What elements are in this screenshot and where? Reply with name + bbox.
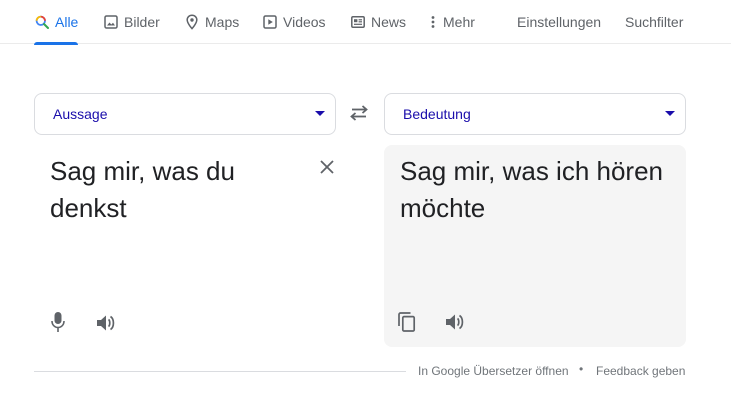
image-icon — [103, 14, 119, 30]
source-language-label: Aussage — [53, 106, 108, 122]
close-icon — [319, 159, 335, 180]
open-in-translate-link[interactable]: In Google Übersetzer öffnen — [418, 364, 569, 378]
tab-images-label: Bilder — [124, 14, 160, 30]
map-pin-icon — [184, 14, 200, 30]
source-language-select[interactable]: Aussage — [34, 93, 336, 135]
feedback-link[interactable]: Feedback geben — [596, 364, 685, 378]
listen-translation-button[interactable] — [442, 311, 468, 337]
settings-link[interactable]: Einstellungen — [517, 0, 601, 44]
chevron-down-icon — [315, 111, 325, 116]
swap-languages-button[interactable] — [346, 104, 372, 126]
clear-text-button[interactable] — [315, 157, 339, 181]
more-vert-icon — [428, 14, 438, 30]
search-filter-link[interactable]: Suchfilter — [625, 0, 683, 44]
tab-maps[interactable]: Maps — [184, 0, 239, 44]
tab-news-label: News — [371, 14, 407, 30]
translation-output-panel: Sag mir, was ich hören möchte — [384, 145, 686, 347]
tab-all[interactable]: Alle — [34, 0, 79, 45]
video-icon — [262, 14, 278, 30]
speaker-icon — [95, 313, 117, 338]
target-language-label: Bedeutung — [403, 106, 471, 122]
copy-translation-button[interactable] — [394, 311, 420, 337]
voice-input-button[interactable] — [45, 311, 71, 337]
tab-maps-label: Maps — [205, 14, 240, 30]
tab-more[interactable]: Mehr — [428, 0, 475, 44]
speaker-icon — [444, 312, 466, 337]
tab-more-label: Mehr — [443, 14, 475, 30]
target-language-select[interactable]: Bedeutung — [384, 93, 686, 135]
tab-news[interactable]: News — [350, 0, 406, 44]
source-text-input[interactable]: Sag mir, was du denkst — [50, 153, 310, 227]
translation-output-text: Sag mir, was ich hören möchte — [400, 156, 664, 223]
footer-divider — [34, 371, 406, 372]
tab-videos[interactable]: Videos — [262, 0, 326, 44]
search-nav-bar: Alle Bilder Maps Videos News Mehr Einste… — [0, 0, 731, 45]
footer-separator: • — [579, 362, 584, 376]
chevron-down-icon — [665, 111, 675, 116]
news-icon — [350, 14, 366, 30]
tab-videos-label: Videos — [283, 14, 326, 30]
listen-source-button[interactable] — [93, 312, 119, 338]
microphone-icon — [51, 311, 65, 338]
swap-icon — [349, 104, 369, 126]
tab-images[interactable]: Bilder — [103, 0, 160, 44]
tab-all-label: Alle — [55, 14, 79, 30]
search-icon — [34, 14, 50, 30]
copy-icon — [398, 311, 416, 337]
